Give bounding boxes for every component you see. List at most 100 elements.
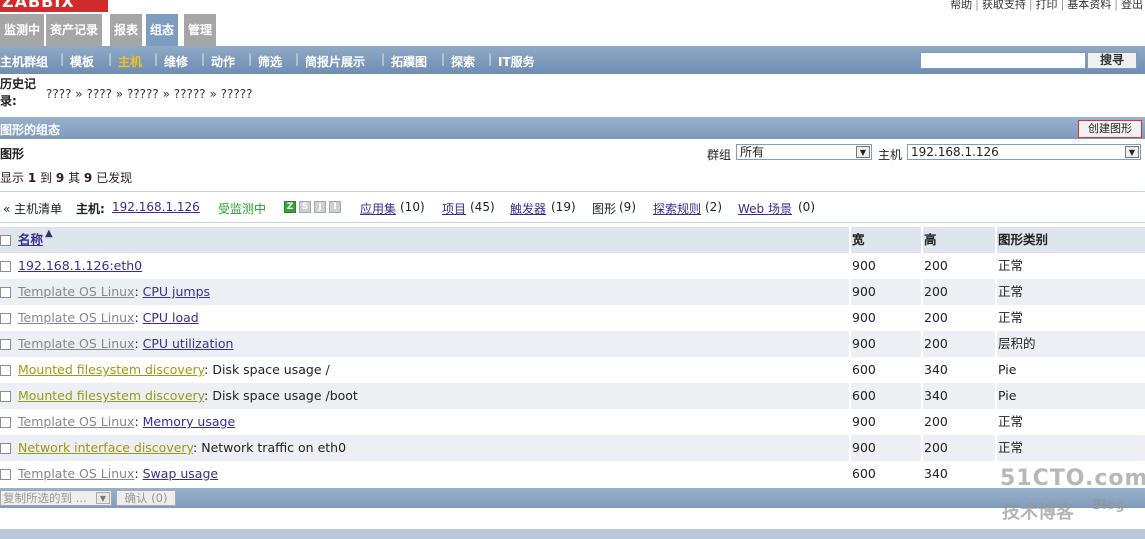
row-check-cell (0, 383, 14, 409)
top-link[interactable]: 获取支持 (982, 0, 1026, 11)
main-menu-tab[interactable]: 管理 (184, 14, 217, 46)
template-link[interactable]: Template OS Linux (18, 336, 134, 351)
sub-menu-item[interactable]: 探索 (451, 53, 475, 70)
graph-name-cell: 192.168.1.126:eth0 (18, 253, 848, 279)
create-graph-button[interactable]: 创建图形 (1078, 120, 1142, 138)
graph-height: 340 (924, 388, 948, 403)
graph-name-link[interactable]: Swap usage (143, 466, 218, 481)
sub-menu-item[interactable]: 主机 (118, 53, 142, 70)
sub-menu-separator: | (295, 52, 300, 66)
breadcrumb-separator: » (111, 87, 127, 101)
column-divider (921, 409, 923, 435)
sub-menu-item[interactable]: IT服务 (498, 53, 535, 70)
web-scenarios-link[interactable]: Web 场景 (738, 200, 792, 217)
monitored-status[interactable]: 受监测中 (218, 200, 266, 217)
row-checkbox[interactable] (0, 365, 11, 376)
sub-menu-item[interactable]: 筛选 (258, 53, 282, 70)
graph-type: 正常 (998, 258, 1024, 273)
triggers-count: (19) (551, 200, 576, 214)
breadcrumb-item[interactable]: ????? (174, 87, 206, 101)
discovery-rule-link[interactable]: Mounted filesystem discovery (18, 362, 204, 377)
discovery-link[interactable]: 探索规则 (653, 200, 701, 217)
discovery-rule-link[interactable]: Mounted filesystem discovery (18, 388, 204, 403)
applications-link[interactable]: 应用集 (360, 200, 396, 217)
graph-name-cell: Template OS Linux: CPU utilization (18, 331, 848, 357)
row-checkbox[interactable] (0, 261, 11, 272)
select-all-checkbox[interactable] (0, 235, 11, 246)
template-link[interactable]: Template OS Linux (18, 466, 134, 481)
column-divider (849, 305, 851, 331)
breadcrumb-item[interactable]: ???? (46, 87, 71, 101)
items-link[interactable]: 项目 (442, 200, 466, 217)
name-column-header[interactable]: 名称 ▲ (18, 227, 848, 253)
graph-height: 200 (924, 310, 948, 325)
graph-name-cell: Template OS Linux: CPU load (18, 305, 848, 331)
group-select-value: 所有 (740, 145, 765, 159)
row-check-cell (0, 357, 14, 383)
row-checkbox[interactable] (0, 339, 11, 350)
top-link[interactable]: 基本资料 (1067, 0, 1111, 11)
sub-menu-item[interactable]: 动作 (211, 53, 235, 70)
sub-menu-item[interactable]: 维修 (164, 53, 188, 70)
template-link[interactable]: Template OS Linux (18, 414, 134, 429)
graph-height: 200 (924, 440, 948, 455)
row-checkbox[interactable] (0, 313, 11, 324)
table-header: 名称 ▲ 宽 高 图形类别 (0, 227, 1145, 253)
column-divider (849, 331, 851, 357)
host-link[interactable]: 192.168.1.126 (112, 200, 200, 214)
column-divider (849, 383, 851, 409)
showing-of-word: 其 (68, 171, 81, 185)
sub-menu-item[interactable]: 模板 (70, 53, 94, 70)
main-menu-tab[interactable]: 资产记录 (46, 14, 103, 46)
search-input[interactable] (920, 52, 1086, 69)
action-select[interactable]: 复制所选的到 ... ▼ (0, 490, 112, 506)
confirm-button[interactable]: 确认 (0) (116, 490, 176, 506)
row-checkbox[interactable] (0, 443, 11, 454)
type-column-header: 图形类别 (998, 232, 1049, 247)
sub-menu-item[interactable]: 主机群组 (0, 53, 48, 70)
graph-name-link[interactable]: CPU utilization (143, 336, 234, 351)
table-row: Mounted filesystem discovery: Disk space… (0, 357, 1145, 383)
row-checkbox[interactable] (0, 469, 11, 480)
main-menu-tab[interactable]: 组态 (146, 14, 179, 46)
template-link[interactable]: Template OS Linux (18, 310, 134, 325)
discovery-rule-link[interactable]: Network interface discovery (18, 440, 193, 455)
graph-name-link[interactable]: CPU load (143, 310, 199, 325)
table-row: Template OS Linux: Swap usage 600 340 (0, 461, 1145, 487)
name-sort-link[interactable]: 名称 (18, 232, 43, 247)
graphs-count: (9) (619, 200, 636, 214)
table-row: Template OS Linux: CPU load 900 200 正常 (0, 305, 1145, 331)
main-menu-tab[interactable]: 监测中 (0, 14, 45, 46)
search-button[interactable]: 搜寻 (1087, 52, 1137, 69)
top-link[interactable]: 打印 (1036, 0, 1058, 11)
main-menu-tab[interactable]: 报表 (110, 14, 143, 46)
row-checkbox[interactable] (0, 391, 11, 402)
top-links: 帮助 | 获取支持 | 打印 | 基本资料 | 登出 (950, 0, 1143, 12)
breadcrumb-item[interactable]: ????? (221, 87, 253, 101)
column-divider (995, 331, 997, 357)
graph-width: 900 (852, 440, 876, 455)
row-checkbox[interactable] (0, 287, 11, 298)
host-label: 主机 (878, 148, 903, 162)
row-checkbox[interactable] (0, 417, 11, 428)
host-list-link[interactable]: « 主机清单 (3, 200, 62, 217)
sub-menu-item[interactable]: 拓蹼图 (391, 53, 427, 70)
breadcrumb-item[interactable]: ????? (127, 87, 159, 101)
top-link[interactable]: 帮助 (950, 0, 972, 11)
graph-width: 900 (852, 258, 876, 273)
showing-from: 1 (27, 171, 37, 185)
graph-type: 正常 (998, 310, 1024, 325)
group-select[interactable]: 所有 ▼ (736, 144, 872, 160)
triggers-link[interactable]: 触发器 (510, 200, 546, 217)
graph-name-link[interactable]: Memory usage (143, 414, 236, 429)
column-divider (849, 435, 851, 461)
graph-name-link[interactable]: CPU jumps (143, 284, 210, 299)
host-select[interactable]: 192.168.1.126 ▼ (907, 144, 1141, 160)
prefix-colon: : (134, 466, 143, 481)
sub-menu-item[interactable]: 简报片展示 (305, 53, 365, 70)
template-link[interactable]: Template OS Linux (18, 284, 134, 299)
top-link[interactable]: 登出 (1121, 0, 1143, 11)
graph-name-link[interactable]: 192.168.1.126:eth0 (18, 258, 142, 273)
breadcrumb-item[interactable]: ???? (86, 87, 111, 101)
showing-to-word: 到 (40, 171, 53, 185)
